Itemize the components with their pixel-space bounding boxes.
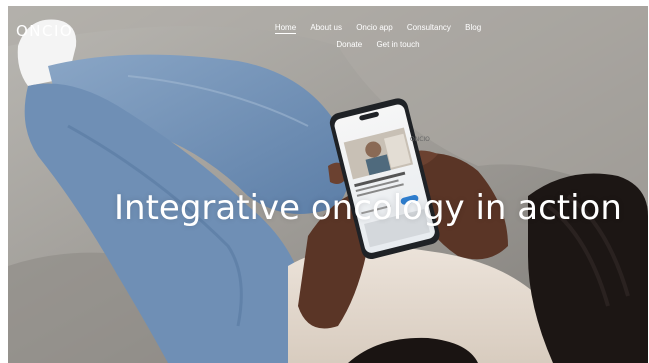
- nav-donate[interactable]: Donate: [336, 36, 362, 53]
- nav-get-in-touch[interactable]: Get in touch: [376, 36, 419, 53]
- main-nav: Home About us Oncio app Consultancy Blog…: [258, 19, 498, 53]
- hero-section: ONCIO ONCIO Home About us Oncio app Cons…: [8, 6, 648, 363]
- phone-app-logo: ONCIO: [410, 136, 430, 143]
- nav-consultancy[interactable]: Consultancy: [407, 19, 451, 36]
- hero-background-image: [8, 6, 648, 363]
- hero-title: Integrative oncology in action: [114, 188, 622, 228]
- nav-blog[interactable]: Blog: [465, 19, 481, 36]
- phone-app-logo-text: ONCIO: [410, 136, 430, 143]
- nav-oncio-app[interactable]: Oncio app: [356, 19, 392, 36]
- nav-home[interactable]: Home: [274, 22, 297, 34]
- nav-about-us[interactable]: About us: [310, 19, 342, 36]
- oncio-logo[interactable]: ONCIO: [16, 22, 73, 40]
